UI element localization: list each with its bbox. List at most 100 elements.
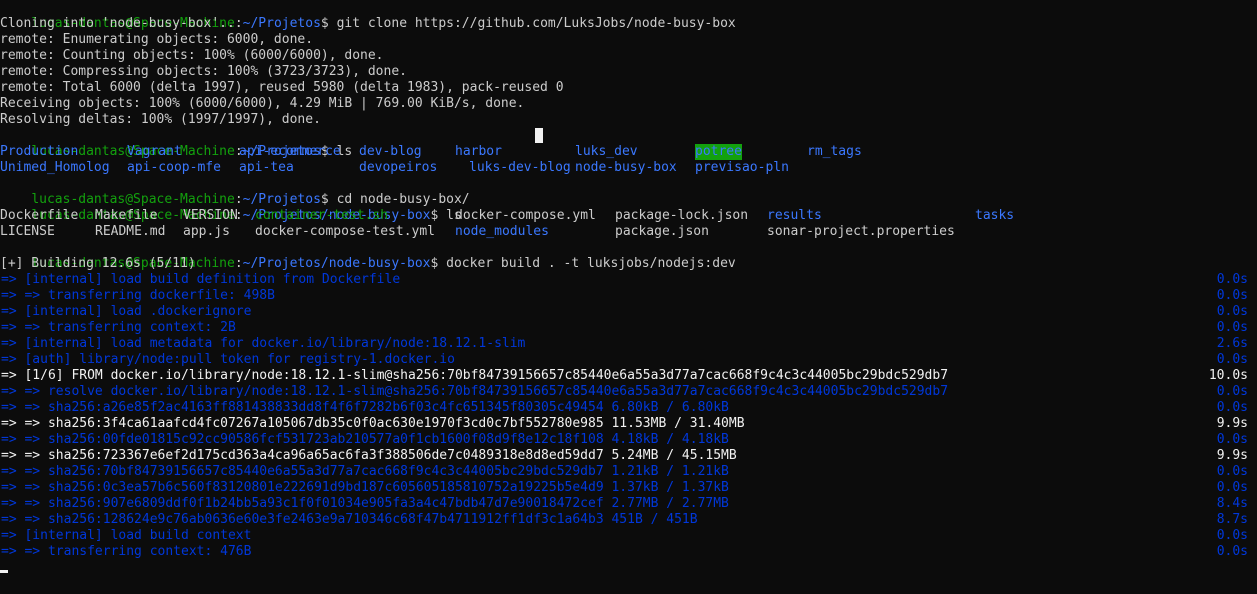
build-step-duration: 0.0s [1216,288,1248,303]
build-step-line: => [internal] load .dockerignore 0.0s [0,304,1248,320]
build-step-duration: 0.0s [1216,272,1248,287]
build-step-line: => => sha256:723367e6ef2d175cd363a4ca96a… [0,448,1248,464]
build-step-text: => => sha256:0c3ea57b6c560f83120801e2226… [1,480,729,495]
ls-entry-directory: rm_tags [807,144,862,159]
build-step-duration: 0.0s [1216,384,1248,399]
ls-entry-directory: devopeiros [359,160,438,175]
ls-entry-directory: Production [0,144,79,159]
prompt-line: lucas-dantas@Space-Machine:~/Projetos/no… [0,192,1248,223]
output-line: Receiving objects: 100% (6000/6000), 4.2… [0,96,525,111]
ls-row: Dockerfile Makefile VERSION container-te… [0,208,1248,224]
ls-entry-file: README.md [95,224,166,239]
build-step-line: => => sha256:128624e9c76ab0636e60e3fe246… [0,512,1248,528]
ls-entry-file: package.json [615,224,709,239]
ls-entry-file: LICENSE [0,224,55,239]
build-step-text: => => transferring context: 2B [1,320,236,335]
ls-entry-file: docker-compose-test.yml [255,224,436,239]
ls-entry-directory: node-busy-box [575,160,677,175]
ls-entry-file: VERSION [183,208,238,223]
build-header: [+] Building 12.6s (5/11) [0,256,196,271]
build-step-duration: 8.4s [1216,496,1248,511]
build-step-text: => [auth] library/node:pull token for re… [1,352,455,367]
ls-entry-directory: results [767,208,822,223]
build-step-text: => => transferring context: 476B [1,544,252,559]
ls-row: Production Vagrant api-ecommerce dev-blo… [0,144,1248,160]
terminal-cursor [0,570,8,573]
build-step-duration: 2.6s [1216,336,1248,351]
build-step-text: => => sha256:70bf84739156657c85440e6a55a… [1,464,729,479]
ls-entry-file: package-lock.json [615,208,749,223]
build-steps: => [internal] load build definition from… [0,272,1257,560]
build-step-duration: 0.0s [1216,304,1248,319]
build-step-duration: 8.7s [1216,512,1248,527]
build-step-text: => [internal] load .dockerignore [1,304,252,319]
build-step-line: => [auth] library/node:pull token for re… [0,352,1248,368]
build-step-line: => => resolve docker.io/library/node:18.… [0,384,1248,400]
build-step-line: => => sha256:3f4ca61aafcd4fc07267a105067… [0,416,1248,432]
ls-entry-directory: Vagrant [127,144,182,159]
ls-entry-directory: api-coop-mfe [127,160,221,175]
ls-entry-directory: harbor [455,144,502,159]
ls-entry-file: Dockerfile [0,208,79,223]
prompt-line: lucas-dantas@Space-Machine:~/Projetos/no… [0,240,1248,271]
ls-entry-directory: node_modules [455,224,549,239]
build-step-line: => => sha256:907e6809ddf0f1b24bb5a93c1f0… [0,496,1248,512]
build-step-text: => [internal] load metadata for docker.i… [1,336,526,351]
build-step-line: => => sha256:70bf84739156657c85440e6a55a… [0,464,1248,480]
build-step-text: => => sha256:00fde01815c92cc90586fcf5317… [1,432,729,447]
output-line: remote: Total 6000 (delta 1997), reused … [0,80,564,95]
output-line: Cloning into 'node-busy-box'... [0,16,243,31]
ls-entry-directory: Unimed_Homolog [0,160,110,175]
ls-entry-file: sonar-project.properties [767,224,955,239]
build-step-line: => [1/6] FROM docker.io/library/node:18.… [0,368,1248,384]
build-step-duration: 0.0s [1216,432,1248,447]
build-step-line: => [internal] load metadata for docker.i… [0,336,1248,352]
mouse-text-cursor [535,128,543,143]
ls-entry-directory: api-tea [239,160,294,175]
prompt-line: lucas-dantas@Space-Machine:~/Projetos$ c… [0,176,1248,207]
ls-entry-directory: api-ecommerce [239,144,341,159]
build-step-text: => => resolve docker.io/library/node:18.… [1,384,949,399]
build-step-line: => => transferring context: 2B 0.0s [0,320,1248,336]
build-step-duration: 9.9s [1216,448,1248,463]
build-step-duration: 0.0s [1216,400,1248,415]
build-step-duration: 0.0s [1216,544,1248,559]
build-step-line: => [internal] load build context 0.0s [0,528,1248,544]
ls-entry-directory: luks_dev [575,144,638,159]
ls-row: LICENSE README.md app.js docker-compose-… [0,224,1248,240]
build-step-text: => [internal] load build definition from… [1,272,401,287]
build-step-text: => => sha256:907e6809ddf0f1b24bb5a93c1f0… [1,496,729,511]
build-step-text: => [1/6] FROM docker.io/library/node:18.… [1,368,949,383]
ls-entry-file: app.js [183,224,230,239]
ls-entry-directory: dev-blog [359,144,422,159]
build-step-text: => => transferring dockerfile: 498B [1,288,275,303]
build-step-text: => => sha256:a26e85f2ac4163ff881438833dd… [1,400,729,415]
build-step-duration: 0.0s [1216,528,1248,543]
build-step-line: => => sha256:a26e85f2ac4163ff881438833dd… [0,400,1248,416]
build-step-text: => => sha256:723367e6ef2d175cd363a4ca96a… [1,448,737,463]
ls-entry-directory-highlighted: potree [695,144,742,160]
build-step-text: => [internal] load build context [1,528,252,543]
build-step-duration: 0.0s [1216,480,1248,495]
build-step-line: => => sha256:00fde01815c92cc90586fcf5317… [0,432,1248,448]
output-line: remote: Counting objects: 100% (6000/600… [0,48,384,63]
build-step-duration: 10.0s [1208,368,1248,383]
ls-entry-directory: luks-dev-blog [469,160,571,175]
build-step-line: => => sha256:0c3ea57b6c560f83120801e2226… [0,480,1248,496]
ls-entry-file: Makefile [95,208,158,223]
build-step-line: => => transferring dockerfile: 498B 0.0s [0,288,1248,304]
ls-row: Unimed_Homolog api-coop-mfe api-tea devo… [0,160,1248,176]
build-step-duration: 9.9s [1216,416,1248,431]
ls-entry-executable: container-test.sh [255,208,389,223]
ls-entry-directory: previsao-pln [695,160,789,175]
ls-entry-directory: tasks [975,208,1015,223]
prompt-line: lucas-dantas@Space-Machine:~/Projetos$ l… [0,128,1248,159]
terminal-window[interactable]: lucas-dantas@Space-Machine:~/Projetos$ g… [0,0,1257,594]
build-step-line: => => transferring context: 476B 0.0s [0,544,1248,560]
prompt-line: lucas-dantas@Space-Machine:~/Projetos$ g… [0,0,1248,31]
build-step-line: => [internal] load build definition from… [0,272,1248,288]
build-step-duration: 0.0s [1216,464,1248,479]
build-step-text: => => sha256:128624e9c76ab0636e60e3fe246… [1,512,698,527]
output-line: Resolving deltas: 100% (1997/1997), done… [0,112,321,127]
build-step-duration: 0.0s [1216,320,1248,335]
